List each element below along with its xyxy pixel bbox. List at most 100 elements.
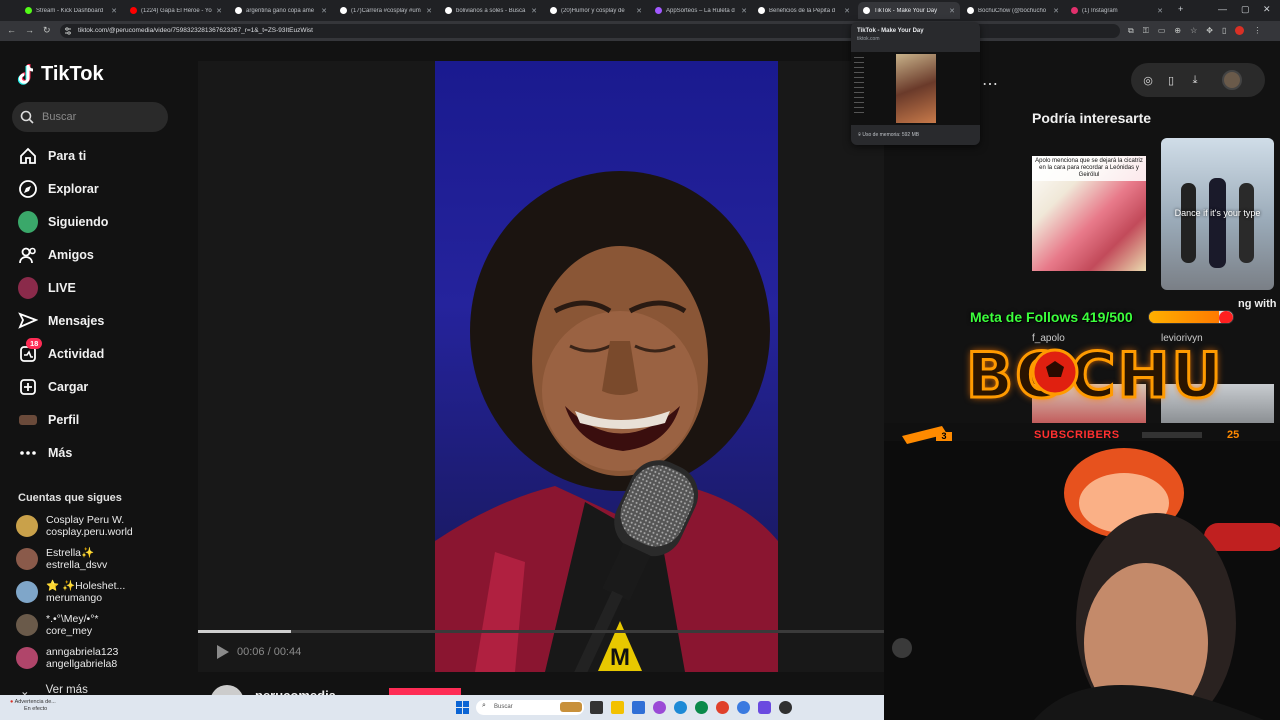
tab-close-icon[interactable]: ✕ bbox=[216, 7, 222, 15]
taskview-icon[interactable] bbox=[590, 701, 603, 714]
tab-close-icon[interactable]: ✕ bbox=[1157, 7, 1163, 15]
user-avatar[interactable] bbox=[1222, 70, 1242, 90]
tiktok-logo[interactable]: TikTok bbox=[17, 63, 104, 86]
translate-icon[interactable]: ⧉ bbox=[1128, 26, 1134, 36]
bookmark-star-icon[interactable]: ☆ bbox=[1190, 26, 1197, 36]
nav-item[interactable]: Actividad 18 bbox=[18, 338, 104, 364]
nav-item[interactable]: Siguiendo bbox=[18, 211, 108, 233]
maximize-button[interactable]: ▢ bbox=[1241, 4, 1250, 15]
play-icon[interactable] bbox=[214, 644, 230, 660]
tab-close-icon[interactable]: ✕ bbox=[1053, 7, 1059, 15]
follows-goal-bar bbox=[1148, 310, 1234, 324]
taskbar-notification[interactable]: ● Advertencia de... En efecto bbox=[10, 699, 56, 713]
download-icon[interactable]: ⤓ bbox=[1184, 69, 1206, 91]
profile-icon[interactable] bbox=[1235, 26, 1245, 35]
following-account[interactable]: *.•°\Mey/•°* core_mey bbox=[16, 613, 99, 637]
following-account[interactable]: Estrella✨ estrella_dsvv bbox=[16, 547, 107, 571]
hover-card-title: TikTok - Make Your Day bbox=[857, 28, 924, 34]
follows-goal-label: Meta de Follows 419/500 bbox=[970, 309, 1133, 325]
nav-item[interactable]: Perfil bbox=[18, 410, 79, 430]
browser-tab[interactable]: argentina gano copa ame ✕ bbox=[230, 2, 332, 19]
following-avatar bbox=[18, 211, 38, 233]
following-account[interactable]: Cosplay Peru W. cosplay.peru.world bbox=[16, 514, 133, 538]
xbox-icon[interactable] bbox=[695, 701, 708, 714]
password-icon[interactable]: ⚿ bbox=[1143, 26, 1149, 36]
back-icon[interactable]: ← bbox=[7, 25, 16, 35]
nav-item[interactable]: Cargar bbox=[18, 377, 88, 397]
tab-hover-card: TikTok - Make Your Day tiktok.com ⌾ Uso … bbox=[851, 22, 980, 145]
nav-item[interactable]: LIVE bbox=[18, 277, 76, 299]
recommend-title-2: ng with bbox=[1238, 298, 1277, 310]
more-options-icon[interactable]: ⋯ bbox=[982, 74, 998, 94]
tab-close-icon[interactable]: ✕ bbox=[636, 7, 642, 15]
menu-icon[interactable]: ⋮ bbox=[1253, 26, 1261, 36]
tab-favicon bbox=[445, 7, 452, 14]
cast-icon[interactable]: ▭ bbox=[1158, 26, 1166, 36]
discord-icon[interactable] bbox=[758, 701, 771, 714]
video-frame[interactable]: M bbox=[435, 61, 778, 672]
account-name: anngabriela123 bbox=[46, 646, 119, 658]
tab-close-icon[interactable]: ✕ bbox=[321, 7, 327, 15]
tab-title: AppSorteos – La Ruleta d bbox=[666, 7, 735, 14]
extensions-icon[interactable]: ✥ bbox=[1206, 26, 1213, 36]
taskbar-search-decoration bbox=[560, 702, 582, 712]
browser-tab[interactable]: Beneficios de la Pepita d ✕ bbox=[753, 2, 855, 19]
edge-icon[interactable] bbox=[674, 701, 687, 714]
browser-tab[interactable]: (1224) Gapa El Héroe - Yo ✕ bbox=[125, 2, 227, 19]
browser-tab[interactable]: BochuChow (@bochucho ✕ bbox=[962, 2, 1064, 19]
tab-close-icon[interactable]: ✕ bbox=[531, 7, 537, 15]
tab-close-icon[interactable]: ✕ bbox=[426, 7, 432, 15]
tab-close-icon[interactable]: ✕ bbox=[949, 7, 955, 15]
tab-close-icon[interactable]: ✕ bbox=[111, 7, 117, 15]
recommend-thumb-1[interactable]: Apolo menciona que se dejará la cicatriz… bbox=[1032, 156, 1146, 271]
file-explorer-icon[interactable] bbox=[611, 701, 624, 714]
tab-close-icon[interactable]: ✕ bbox=[844, 7, 850, 15]
search-input[interactable]: Buscar bbox=[12, 102, 168, 132]
tab-favicon bbox=[130, 7, 137, 14]
video-time: 00:06 / 00:44 bbox=[237, 646, 302, 658]
account-avatar bbox=[16, 647, 38, 669]
search-placeholder: Buscar bbox=[42, 111, 77, 123]
browser-tab[interactable]: Stream - Kick Dashboard ✕ bbox=[20, 2, 122, 19]
new-tab-button[interactable]: + bbox=[1178, 4, 1183, 14]
obs-icon[interactable] bbox=[779, 701, 792, 714]
browser-tab[interactable]: AppSorteos – La Ruleta d ✕ bbox=[650, 2, 752, 19]
chrome-icon[interactable] bbox=[737, 701, 750, 714]
account-avatar bbox=[16, 515, 38, 537]
reload-icon[interactable]: ↻ bbox=[43, 25, 51, 36]
browser-tab[interactable]: bolivianos a soles - Busca ✕ bbox=[440, 2, 542, 19]
following-account[interactable]: anngabriela123 angellgabriela8 bbox=[16, 646, 118, 670]
close-window-button[interactable]: ✕ bbox=[1263, 4, 1271, 15]
sidepanel-icon[interactable]: ▯ bbox=[1222, 26, 1226, 36]
following-account[interactable]: ⭐ ✨Holeshet... merumango bbox=[16, 580, 125, 604]
recommend-thumb-2[interactable]: Dance if it's your type bbox=[1161, 138, 1274, 290]
nav-label: Más bbox=[48, 446, 73, 460]
nav-item[interactable]: Mensajes bbox=[18, 311, 104, 331]
upload-icon bbox=[20, 379, 36, 395]
tab-close-icon[interactable]: ✕ bbox=[741, 7, 747, 15]
account-avatar bbox=[16, 581, 38, 603]
hover-card-preview bbox=[851, 52, 980, 125]
account-name: Estrella✨ bbox=[46, 547, 95, 559]
phone-icon[interactable]: ▯ bbox=[1160, 69, 1182, 91]
nav-item[interactable]: Amigos bbox=[18, 245, 94, 265]
video-progress-track[interactable] bbox=[198, 630, 884, 633]
browser-tab[interactable]: (17)Carrera #cosplay #um ✕ bbox=[335, 2, 437, 19]
nav-item[interactable]: Más bbox=[18, 443, 72, 463]
tab-favicon bbox=[758, 7, 765, 14]
browser-tab[interactable]: (1) Instagram ✕ bbox=[1066, 2, 1168, 19]
store-icon[interactable] bbox=[632, 701, 645, 714]
site-info-icon[interactable] bbox=[64, 27, 72, 35]
nav-item[interactable]: Explorar bbox=[18, 179, 99, 199]
compass-icon[interactable]: ◎ bbox=[1137, 69, 1159, 91]
nav-item[interactable]: Para ti bbox=[18, 146, 86, 166]
forward-icon[interactable]: → bbox=[25, 25, 34, 35]
zoom-icon[interactable]: ⊕ bbox=[1174, 26, 1181, 36]
browser-tab[interactable]: (20)Humor y cosplay de ✕ bbox=[545, 2, 647, 19]
app2-icon[interactable] bbox=[716, 701, 729, 714]
browser-tab[interactable]: TikTok - Make Your Day ✕ bbox=[858, 2, 960, 19]
app-icon[interactable] bbox=[653, 701, 666, 714]
windows-start-icon[interactable] bbox=[456, 701, 469, 714]
minimize-button[interactable]: — bbox=[1218, 4, 1227, 14]
soccer-ball-icon bbox=[1031, 348, 1079, 396]
